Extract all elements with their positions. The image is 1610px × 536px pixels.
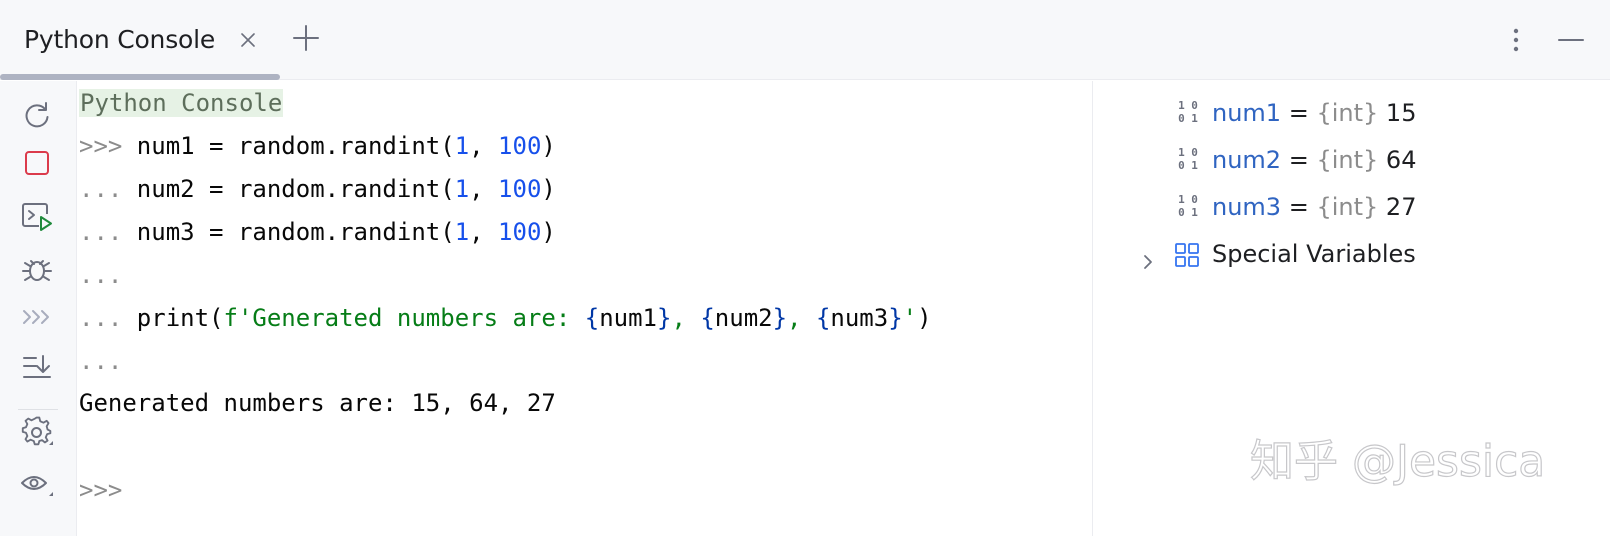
code: num3 <box>830 304 889 332</box>
variable-value: 15 <box>1385 99 1417 127</box>
string-literal: , <box>787 304 816 332</box>
special-variables-icon <box>1173 241 1201 269</box>
code: num3 = random.randint( <box>136 218 455 246</box>
console-output-line: Generated numbers are: 15, 64, 27 <box>79 389 556 417</box>
variable-value: 64 <box>1385 146 1417 174</box>
int-variable-icon: 1 00 1 <box>1178 146 1198 172</box>
code: ) <box>541 132 556 160</box>
tool-window-header: Python Console <box>0 0 1610 80</box>
console-line: >>> num1 = random.randint(1, 100) <box>79 126 556 166</box>
number-literal: 1 <box>454 175 470 203</box>
prompt: ... <box>79 175 137 203</box>
tab-selected-indicator <box>0 74 280 80</box>
tab-python-console[interactable]: Python Console <box>0 0 280 80</box>
variable-name: num1 <box>1212 99 1282 127</box>
string-literal: , <box>671 304 701 332</box>
variable-name: num2 <box>1212 146 1282 174</box>
tab-label: Python Console <box>24 25 216 54</box>
more-vertical-icon[interactable] <box>1508 24 1524 56</box>
svg-text:知乎 @Jessica: 知乎 @Jessica <box>1250 436 1545 487</box>
special-variables-row[interactable]: Special Variables <box>1093 234 1593 274</box>
console-line: ... <box>79 341 122 381</box>
watermark: 知乎 @Jessica <box>1250 435 1546 487</box>
code: num2 <box>714 304 773 332</box>
minimize-icon[interactable] <box>1555 24 1587 56</box>
int-variable-icon: 1 00 1 <box>1178 193 1198 219</box>
special-variables-label: Special Variables <box>1212 240 1416 268</box>
debug-icon[interactable] <box>19 251 55 287</box>
console-toolbar <box>0 81 77 536</box>
prompt: >>> <box>79 476 123 504</box>
execute-icon[interactable] <box>19 199 55 235</box>
code: num1 = random.randint( <box>136 132 455 160</box>
variable-value: 27 <box>1385 193 1417 221</box>
code: ) <box>917 304 932 332</box>
number-literal: 100 <box>498 175 542 203</box>
code: num1 <box>599 304 657 332</box>
scroll-to-end-icon[interactable] <box>19 349 55 385</box>
number-literal: 100 <box>498 132 542 160</box>
console-line: ... num2 = random.randint(1, 100) <box>79 169 556 209</box>
prompt: ... <box>79 304 137 332</box>
variable-type: {int} <box>1316 99 1379 127</box>
prompt: ... <box>79 347 123 375</box>
string-literal: f'Generated numbers are: <box>223 304 585 332</box>
number-literal: 100 <box>498 218 542 246</box>
variable-row[interactable]: 1 00 1 num1 = {int} 15 <box>1093 93 1593 133</box>
show-variables-icon[interactable] <box>19 466 55 502</box>
code: num2 = random.randint( <box>136 175 455 203</box>
history-icon[interactable] <box>19 300 55 336</box>
console-banner-line: Python Console <box>79 83 284 123</box>
variable-name: num3 <box>1212 193 1282 221</box>
prompt: >>> <box>79 132 137 160</box>
code: , <box>469 175 499 203</box>
chevron-right-icon[interactable] <box>1138 244 1158 269</box>
console-output[interactable]: Python Console >>> num1 = random.randint… <box>78 81 1092 536</box>
console-banner: Python Console <box>79 89 284 117</box>
number-literal: 1 <box>454 218 470 246</box>
code: , <box>469 132 499 160</box>
prompt: ... <box>79 218 137 246</box>
stop-icon[interactable] <box>19 145 55 181</box>
prompt: ... <box>79 261 123 289</box>
close-icon[interactable] <box>236 28 260 52</box>
toolbar-separator <box>18 409 58 410</box>
console-input-line[interactable]: >>> <box>79 470 122 510</box>
string-literal: ' <box>902 304 918 332</box>
code: print( <box>136 304 224 332</box>
variable-row[interactable]: 1 00 1 num2 = {int} 64 <box>1093 140 1593 180</box>
variable-row[interactable]: 1 00 1 num3 = {int} 27 <box>1093 187 1593 227</box>
code: , <box>469 218 499 246</box>
console-line: ... num3 = random.randint(1, 100) <box>79 212 556 252</box>
code: ) <box>541 218 556 246</box>
code: ) <box>541 175 556 203</box>
plus-icon[interactable] <box>290 22 322 54</box>
console-line: ... print(f'Generated numbers are: {num1… <box>79 304 932 332</box>
variable-type: {int} <box>1316 193 1379 221</box>
console-line: ... <box>79 255 122 295</box>
settings-icon[interactable] <box>19 415 55 451</box>
int-variable-icon: 1 00 1 <box>1178 99 1198 125</box>
number-literal: 1 <box>454 132 470 160</box>
rerun-icon[interactable] <box>19 98 55 134</box>
variable-type: {int} <box>1316 146 1379 174</box>
